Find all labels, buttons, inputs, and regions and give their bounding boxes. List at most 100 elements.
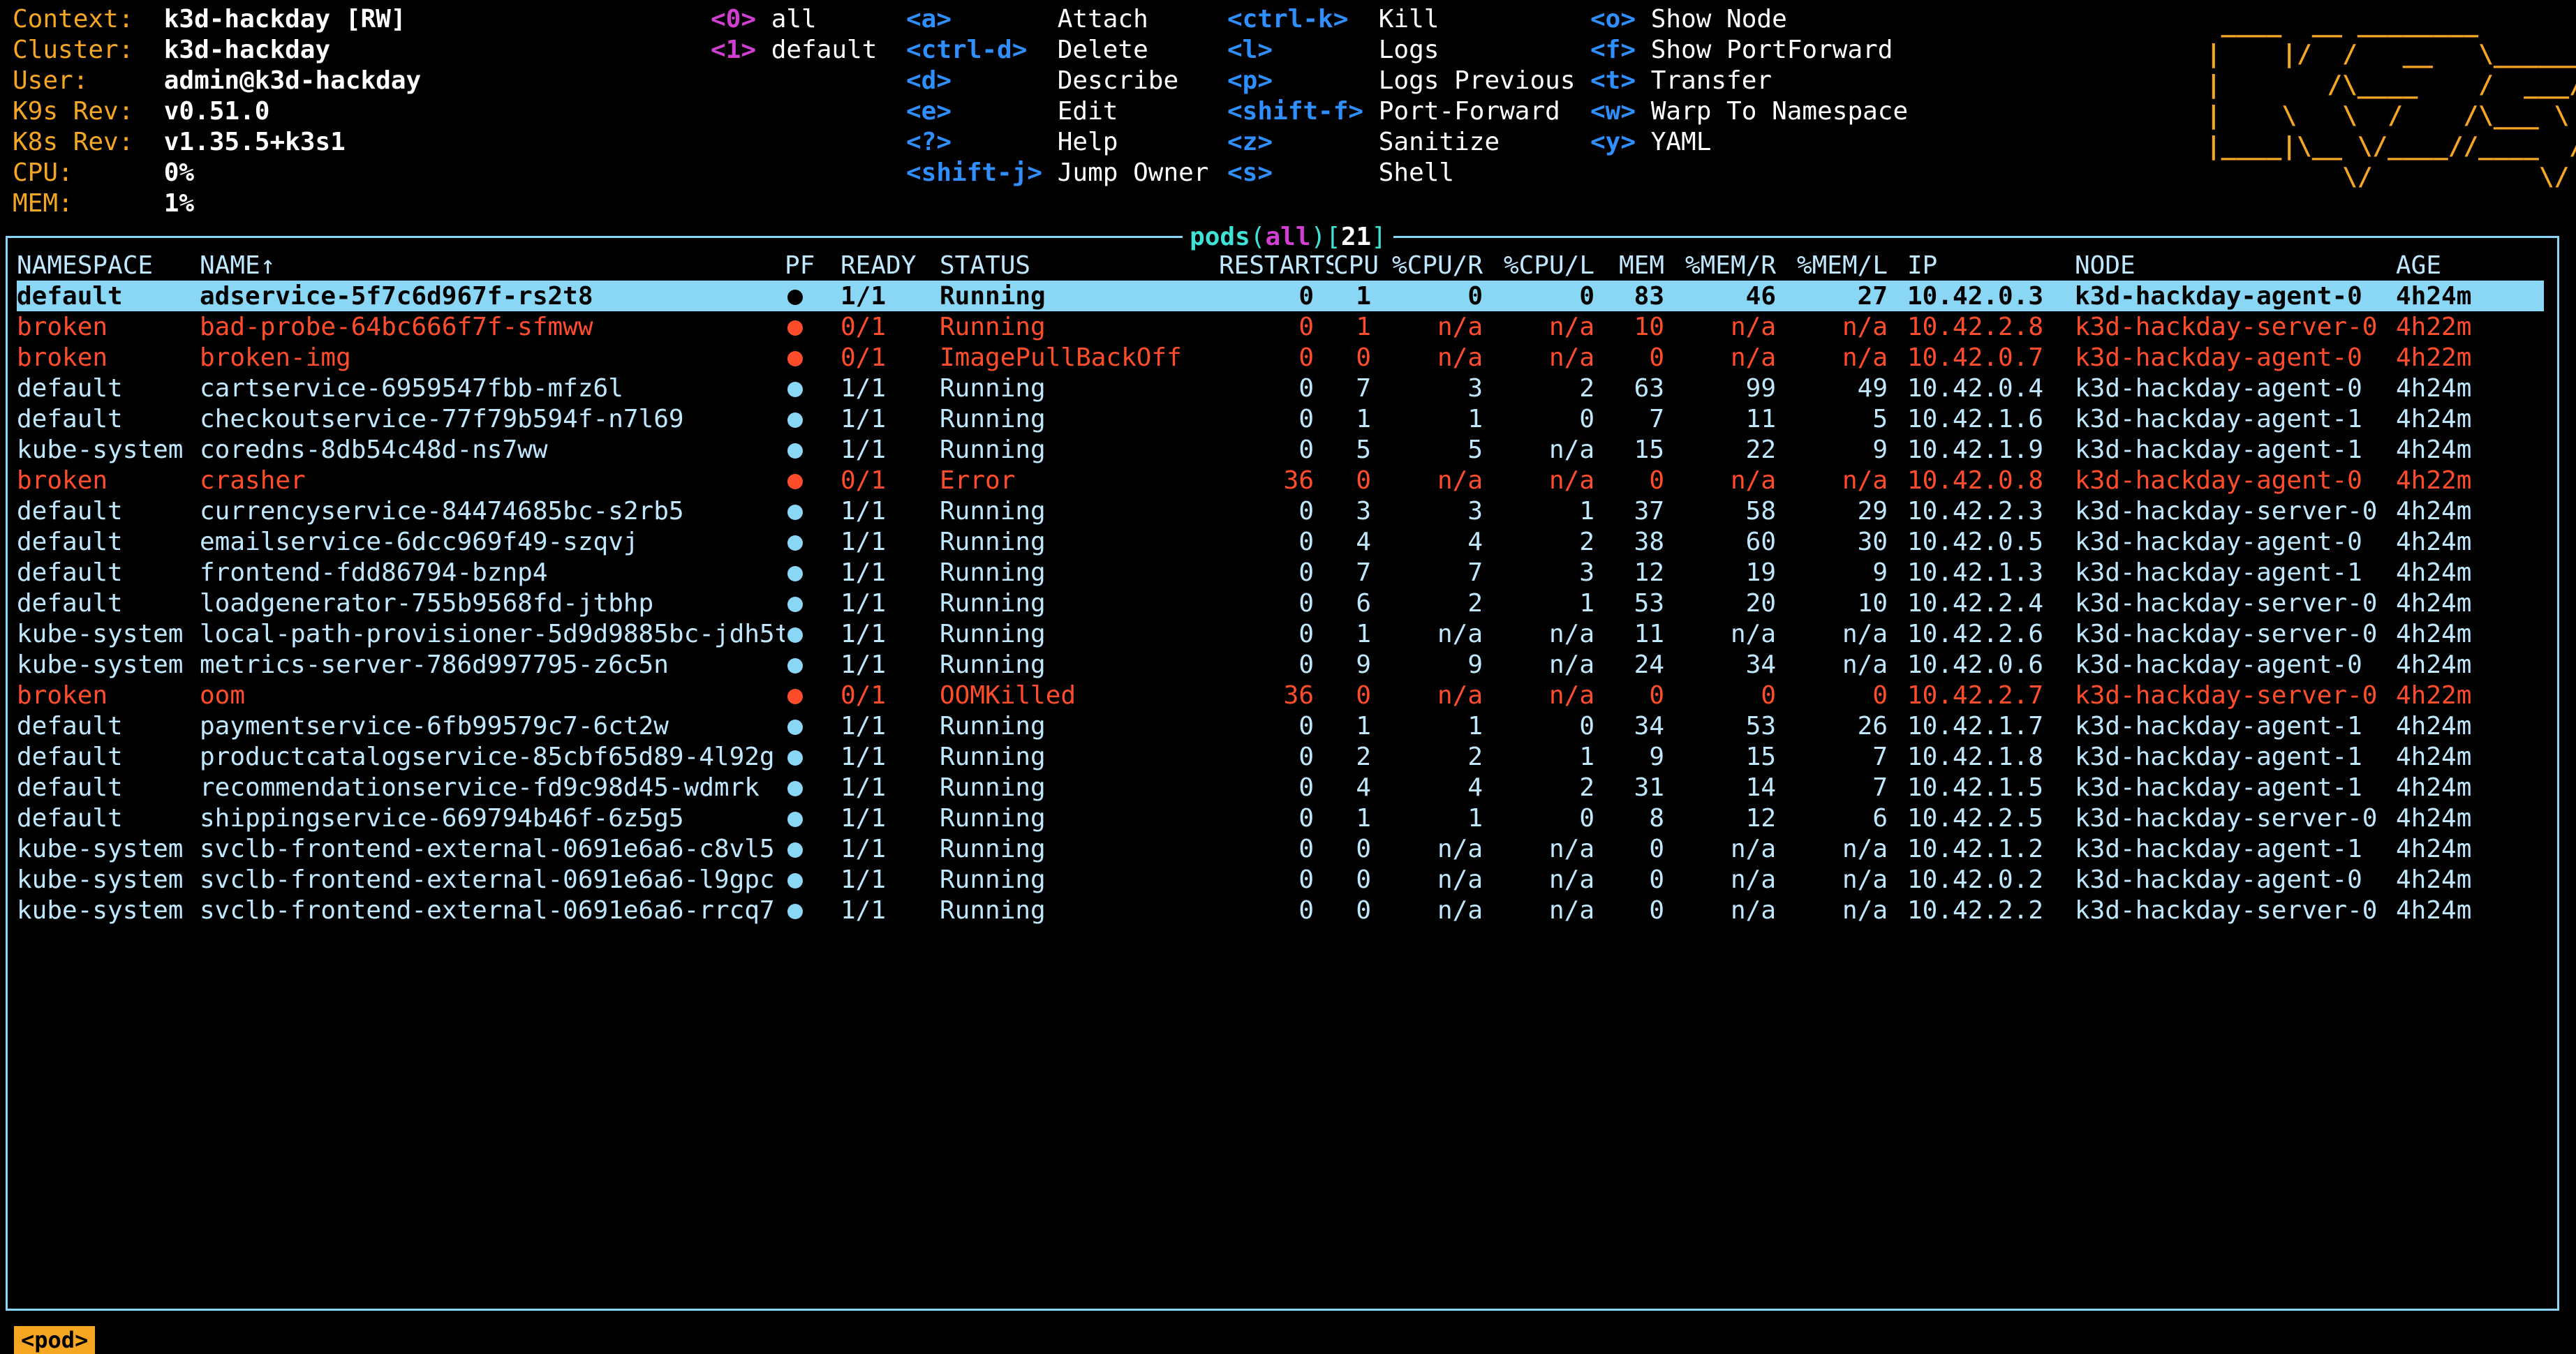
hotkeys-col-3: <o> Show Node <f> Show PortForward <t> Transf… <box>1590 4 1908 158</box>
column-header-name[interactable]: NAME↑ <box>200 250 785 281</box>
table-row[interactable]: broken crasher 0/1 Error 36 0 n/a n/a 0 n/a n/a 10.… <box>17 465 2544 496</box>
table-row[interactable]: default checkoutservice-77f79b594f-n7l69 1… <box>17 403 2544 434</box>
title-count: 21 <box>1340 223 1372 251</box>
pf-status-dot-icon <box>785 281 841 311</box>
cell-ip: 10.42.0.5 <box>1907 527 2044 556</box>
title-resource: pods <box>1190 223 1250 251</box>
hotkey-item[interactable]: <e> Edit <box>906 96 1208 127</box>
hotkey-item[interactable]: <shift-f> Port-Forward <box>1227 96 1576 127</box>
cell-node: k3d-hackday-server-0 <box>2075 619 2378 648</box>
cell-cpu: 1 <box>1356 803 1371 833</box>
hotkey-item[interactable]: <t> Transfer <box>1590 66 1908 96</box>
cell-restarts: 0 <box>1298 558 1314 587</box>
status-dot-icon <box>787 565 803 581</box>
cell-cpul: n/a <box>1548 343 1594 372</box>
cluster-info-value: k3d-hackday <box>163 36 331 64</box>
cell-restarts: 0 <box>1298 404 1314 433</box>
table-row[interactable]: default cartservice-6959547fbb-mfz6l 1/1 Ru… <box>17 373 2544 403</box>
column-header-cpu[interactable]: CPU <box>1333 250 1391 281</box>
cluster-info-item: User: admin@k3d-hackday <box>13 66 421 96</box>
column-header--cpu-l[interactable]: %CPU/L <box>1502 250 1614 281</box>
cluster-info-value: v0.51.0 <box>163 97 270 126</box>
cell-meml: 49 <box>1857 373 1888 403</box>
hotkey-item[interactable]: <w> Warp To Namespace <box>1590 96 1908 127</box>
namespace-shortcut-item[interactable]: <1> default <box>711 35 877 66</box>
table-row[interactable]: broken oom 0/1 OOMKilled 36 0 n/a n/a 0 0 0 10.42.2… <box>17 680 2544 711</box>
breadcrumb[interactable]: <pod> <box>14 1326 96 1354</box>
cell-status: OOMKilled <box>940 680 1076 710</box>
column-header-node[interactable]: NODE <box>2075 250 2396 281</box>
cluster-info-item: K8s Rev: v1.35.5+k3s1 <box>13 127 421 158</box>
table-row[interactable]: default currencyservice-84474685bc-s2rb5 1… <box>17 496 2544 526</box>
column-header--mem-r[interactable]: %MEM/R <box>1684 250 1796 281</box>
hotkey-item[interactable]: <ctrl-k> Kill <box>1227 4 1576 35</box>
table-row[interactable]: kube-system coredns-8db54c48d-ns7ww 1/1 Run… <box>17 434 2544 465</box>
column-header-status[interactable]: STATUS <box>940 250 1219 281</box>
cell-age: 4h24m <box>2396 558 2472 587</box>
pf-status-dot-icon <box>785 557 841 588</box>
table-row[interactable]: kube-system svclb-frontend-external-0691e… <box>17 864 2544 895</box>
column-header-restarts[interactable]: RESTARTS <box>1219 250 1333 281</box>
cell-mem: 7 <box>1649 404 1664 433</box>
table-row[interactable]: default shippingservice-669794b46f-6z5g5 1… <box>17 803 2544 833</box>
column-header-namespace[interactable]: NAMESPACE <box>17 250 200 281</box>
table-row[interactable]: default frontend-fdd86794-bznp4 1/1 Running… <box>17 557 2544 588</box>
pf-status-dot-icon <box>785 434 841 465</box>
cell-ip: 10.42.2.2 <box>1907 895 2044 925</box>
cell-node: k3d-hackday-agent-1 <box>2075 711 2362 741</box>
column-header--mem-l[interactable]: %MEM/L <box>1796 250 1907 281</box>
table-row[interactable]: default recommendationservice-fd9c98d45-w… <box>17 772 2544 803</box>
column-header-ready[interactable]: READY <box>841 250 940 281</box>
namespace-shortcut-item[interactable]: <0> all <box>711 4 877 35</box>
column-header-ip[interactable]: IP <box>1907 250 2075 281</box>
column-header-pf[interactable]: PF <box>785 250 841 281</box>
table-row[interactable]: default paymentservice-6fb99579c7-6ct2w 1/… <box>17 711 2544 741</box>
pf-status-dot-icon <box>785 373 841 403</box>
hotkey-value: Jump Owner <box>1057 158 1209 187</box>
hotkey-item[interactable]: <l> Logs <box>1227 35 1576 66</box>
cell-name: cartservice-6959547fbb-mfz6l <box>200 373 623 403</box>
table-row[interactable]: default adservice-5f7c6d967f-rs2t8 1/1 Runn… <box>17 281 2544 311</box>
column-header-age[interactable]: AGE <box>2396 250 2544 281</box>
cell-meml: 27 <box>1796 281 1907 311</box>
column-header--cpu-r[interactable]: %CPU/R <box>1391 250 1502 281</box>
cell-node: k3d-hackday-server-0 <box>2075 588 2378 618</box>
pf-status-dot-icon <box>785 403 841 434</box>
cell-restarts: 0 <box>1298 312 1314 341</box>
hotkey-item[interactable]: <o> Show Node <box>1590 4 1908 35</box>
cell-status: Running <box>940 650 1046 679</box>
hotkey-item[interactable]: <a> Attach <box>906 4 1208 35</box>
hotkey-item[interactable]: <f> Show PortForward <box>1590 35 1908 66</box>
hotkey-item[interactable]: <y> YAML <box>1590 127 1908 158</box>
hotkey-item[interactable]: <shift-j> Jump Owner <box>906 158 1208 188</box>
hotkey-item[interactable]: <ctrl-d> Delete <box>906 35 1208 66</box>
table-row[interactable]: broken bad-probe-64bc666f7f-sfmww 0/1 Runni… <box>17 311 2544 342</box>
hotkey-item[interactable]: <z> Sanitize <box>1227 127 1576 158</box>
table-row[interactable]: kube-system metrics-server-786d997795-z6c… <box>17 649 2544 680</box>
cell-cpu: 3 <box>1356 496 1371 526</box>
cell-memr: 53 <box>1745 711 1776 741</box>
hotkey-item[interactable]: <?> Help <box>906 127 1208 158</box>
column-header-mem[interactable]: MEM <box>1614 250 1684 281</box>
hotkey-item[interactable]: <p> Logs Previous <box>1227 66 1576 96</box>
cell-meml: 9 <box>1872 435 1888 464</box>
table-row[interactable]: default loadgenerator-755b9568fd-jtbhp 1/1… <box>17 588 2544 618</box>
table-row[interactable]: default emailservice-6dcc969f49-szqvj 1/1 R… <box>17 526 2544 557</box>
cell-meml: 26 <box>1857 711 1888 741</box>
table-row[interactable]: broken broken-img 0/1 ImagePullBackOff 0 0 n/a… <box>17 342 2544 373</box>
cell-mem: 63 <box>1634 373 1664 403</box>
cell-name: paymentservice-6fb99579c7-6ct2w <box>200 711 669 741</box>
cell-memr: n/a <box>1730 865 1776 894</box>
table-row[interactable]: default productcatalogservice-85cbf65d89-… <box>17 741 2544 772</box>
hotkey-item[interactable]: <d> Describe <box>906 66 1208 96</box>
table-row[interactable]: kube-system svclb-frontend-external-0691e… <box>17 895 2544 925</box>
cluster-info-item: MEM: 1% <box>13 188 421 219</box>
status-dot-icon <box>787 350 803 366</box>
cell-cpu: 2 <box>1356 742 1371 771</box>
hotkey-key: <o> <box>1590 5 1636 34</box>
table-row[interactable]: kube-system svclb-frontend-external-0691e… <box>17 833 2544 864</box>
table-row[interactable]: kube-system local-path-provisioner-5d9d98… <box>17 618 2544 649</box>
hotkey-item[interactable]: <s> Shell <box>1227 158 1576 188</box>
cell-memr: n/a <box>1730 312 1776 341</box>
cell-node: k3d-hackday-agent-1 <box>2075 435 2362 464</box>
